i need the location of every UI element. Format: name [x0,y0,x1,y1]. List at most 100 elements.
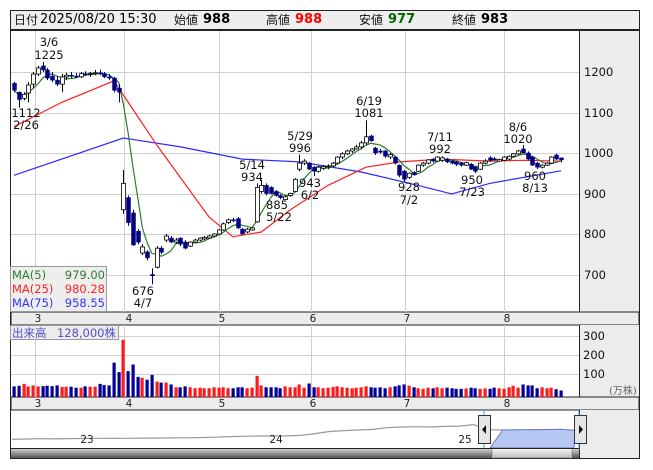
volume-bar [378,387,382,397]
volume-bar [359,387,363,397]
volume-bar [397,385,401,397]
volume-bar [288,387,292,397]
candle-body [60,76,65,85]
candle-body [131,212,136,246]
candle-body [469,164,474,170]
candle [131,209,136,247]
volume-bar [112,362,116,397]
volume-bar [159,382,163,397]
volume-bar [245,388,249,397]
volume-tick: 200 [583,348,605,362]
volume-bar [497,388,501,397]
legend-ma25-name: MA(25) [12,282,53,296]
volume-bar [293,387,297,397]
navigator-year-label: 25 [458,434,471,446]
volume-bar [393,386,397,397]
volume-bar [507,387,511,397]
candle [316,165,321,173]
month-label: 6 [310,313,317,325]
candle-body [117,87,122,93]
price-tick: 800 [584,227,606,241]
volume-bar [331,386,335,397]
volume-bar [26,386,30,397]
volume-bar [383,388,387,397]
annotation-date: 2/26 [13,118,39,132]
candle-body [45,69,50,79]
candle [217,229,222,235]
candle-body [293,178,298,192]
volume-bar [74,387,78,397]
navigator-handle-left[interactable] [478,415,491,444]
candle [530,156,535,166]
candle-body [88,72,93,75]
volume-bar [64,386,68,397]
candle-body [526,152,531,160]
candle-body [478,162,483,170]
volume-bar [259,385,263,397]
legend-ma75-name: MA(75) [12,296,53,310]
annotation-price: 1225 [34,48,63,62]
candle-body [255,187,260,223]
candle-body [121,182,126,211]
candle-body [440,157,445,161]
candle [188,241,193,247]
candle-body [540,164,545,168]
candle-body [136,230,141,243]
volume-bar [117,372,121,397]
candle [126,195,131,226]
volume-bar [79,387,83,397]
candle [511,153,516,158]
candle-body [22,93,27,99]
candle-body [83,73,88,75]
volume-bar [17,385,21,397]
volume-bar [412,387,416,397]
candle-body [250,227,255,231]
candle-body [159,247,164,253]
volume-bar [473,388,477,397]
candle [393,155,398,165]
volume-bar [559,390,563,397]
navigator-scrollbar[interactable] [11,447,579,459]
candle-body [359,142,364,148]
navigator-selected-range [489,428,576,449]
month-label: 5 [219,398,226,410]
candle-body [412,172,417,176]
volume-bar [312,387,316,397]
navigator-handle-right[interactable] [574,415,587,444]
candle-body [236,218,241,229]
candle-body [397,164,402,176]
candle-body [507,155,512,160]
volume-bar [316,387,320,397]
volume-bar [321,388,325,397]
volume-bar [516,387,520,397]
volume-bar [60,386,64,397]
month-label: 5 [219,313,226,325]
candle-body [221,223,226,231]
annotation-date: 7/2 [400,193,419,207]
price-tick: 1000 [584,146,613,160]
candle-body [169,237,174,243]
month-strip-top [10,311,640,326]
volume-bar [183,386,187,397]
volume-bar [22,383,26,397]
volume-bar [535,388,539,397]
volume-bar [98,383,102,397]
volume-bar [217,387,221,397]
candle-body [335,156,340,164]
candle-body [378,150,383,153]
volume-bar [193,388,197,397]
volume-bar [93,386,97,397]
candle-body [326,165,331,168]
scrollbar-thumb[interactable] [491,447,573,459]
candle-body [554,154,559,160]
candle [307,161,312,171]
annotation-price: 992 [429,142,451,156]
annotation-date: 8/13 [522,181,548,195]
candle-body [521,148,526,154]
volume-bar [155,381,159,397]
candle-body [321,166,326,169]
candle-body [155,247,160,268]
candle-body [445,158,450,163]
candle-body [178,237,183,245]
volume-bar [335,386,339,397]
